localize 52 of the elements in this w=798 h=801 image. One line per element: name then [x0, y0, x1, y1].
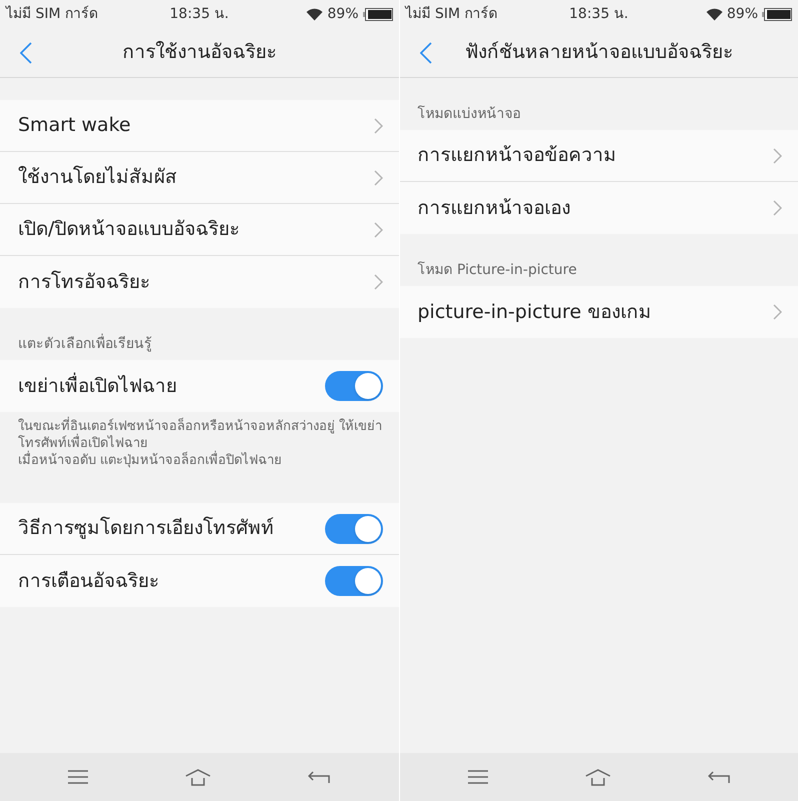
chevron-right-icon	[773, 304, 782, 320]
settings-row[interactable]: Smart wake	[0, 100, 398, 152]
row-label: เขย่าเพื่อเปิดไฟฉาย	[18, 372, 177, 399]
home-icon[interactable]	[584, 768, 611, 786]
settings-row[interactable]: การโทรอัจฉริยะ	[0, 256, 398, 308]
row-label: ใช้งานโดยไม่สัมผัส	[18, 164, 177, 190]
row-label: Smart wake	[18, 113, 131, 138]
clock: 18:35 น.	[170, 4, 229, 24]
settings-row[interactable]: วิธีการซูมโดยการเอียงโทรศัพท์	[0, 503, 398, 555]
row-label: การเตือนอัจฉริยะ	[18, 568, 159, 594]
toggle-switch[interactable]	[324, 514, 382, 544]
settings-row[interactable]: การเตือนอัจฉริยะ	[0, 555, 398, 607]
chevron-right-icon	[773, 148, 782, 164]
section-header: แตะตัวเลือกเพื่อเรียนรู้	[18, 334, 152, 355]
home-icon[interactable]	[185, 768, 212, 786]
chevron-right-icon	[374, 222, 382, 238]
menu-icon[interactable]	[68, 770, 88, 784]
section-header: โหมด Picture-in-picture	[418, 260, 577, 280]
carrier-label: ไม่มี SIM การ์ด	[6, 4, 99, 24]
settings-row[interactable]: ใช้งานโดยไม่สัมผัส	[0, 152, 398, 204]
row-label: การโทรอัจฉริยะ	[18, 270, 150, 295]
chevron-right-icon	[374, 170, 382, 186]
chevron-right-icon	[773, 200, 782, 216]
menu-icon[interactable]	[468, 770, 488, 784]
clock: 18:35 น.	[569, 4, 628, 24]
chevron-right-icon	[374, 274, 382, 290]
row-label: วิธีการซูมโดยการเอียงโทรศัพท์	[18, 516, 274, 542]
description-text: เมื่อหน้าจอดับ แตะปุ่มหน้าจอล็อกเพื่อปิดไฟฉาย	[18, 452, 388, 469]
battery-icon	[362, 8, 392, 20]
row-label: picture-in-picture ของเกม	[418, 300, 652, 325]
screen-title: ฟังก์ชันหลายหน้าจอแบบอัจฉริยะ	[464, 40, 733, 66]
battery-icon	[762, 8, 792, 20]
toggle-switch[interactable]	[324, 371, 382, 401]
settings-row[interactable]: การแยกหน้าจอเอง	[400, 182, 798, 234]
settings-row[interactable]: picture-in-picture ของเกม	[400, 286, 798, 338]
settings-row[interactable]: เปิด/ปิดหน้าจอแบบอัจฉริยะ	[0, 204, 398, 256]
back-arrow-icon[interactable]	[708, 770, 730, 784]
screen-title: การใช้งานอัจฉริยะ	[122, 40, 276, 66]
settings-row[interactable]: เขย่าเพื่อเปิดไฟฉาย	[0, 360, 398, 412]
chevron-right-icon	[374, 118, 382, 134]
toggle-switch[interactable]	[324, 566, 382, 596]
section-header: โหมดแบ่งหน้าจอ	[418, 104, 520, 124]
row-label: การแยกหน้าจอข้อความ	[418, 143, 616, 168]
description-text: ในขณะที่อินเตอร์เฟซหน้าจอล็อกหรือหน้าจอหลักสว่างอยู่ ให้เขย่าโทรศัพท์เพื่อเปิดไฟฉาย	[18, 418, 388, 452]
carrier-label: ไม่มี SIM การ์ด	[406, 4, 498, 24]
row-label: เปิด/ปิดหน้าจอแบบอัจฉริยะ	[18, 217, 240, 242]
wifi-icon	[306, 8, 324, 20]
row-label: การแยกหน้าจอเอง	[418, 196, 570, 221]
back-arrow-icon[interactable]	[308, 770, 330, 784]
battery-percent: 89%	[327, 4, 358, 24]
wifi-icon	[706, 8, 723, 20]
battery-percent: 89%	[726, 4, 758, 24]
